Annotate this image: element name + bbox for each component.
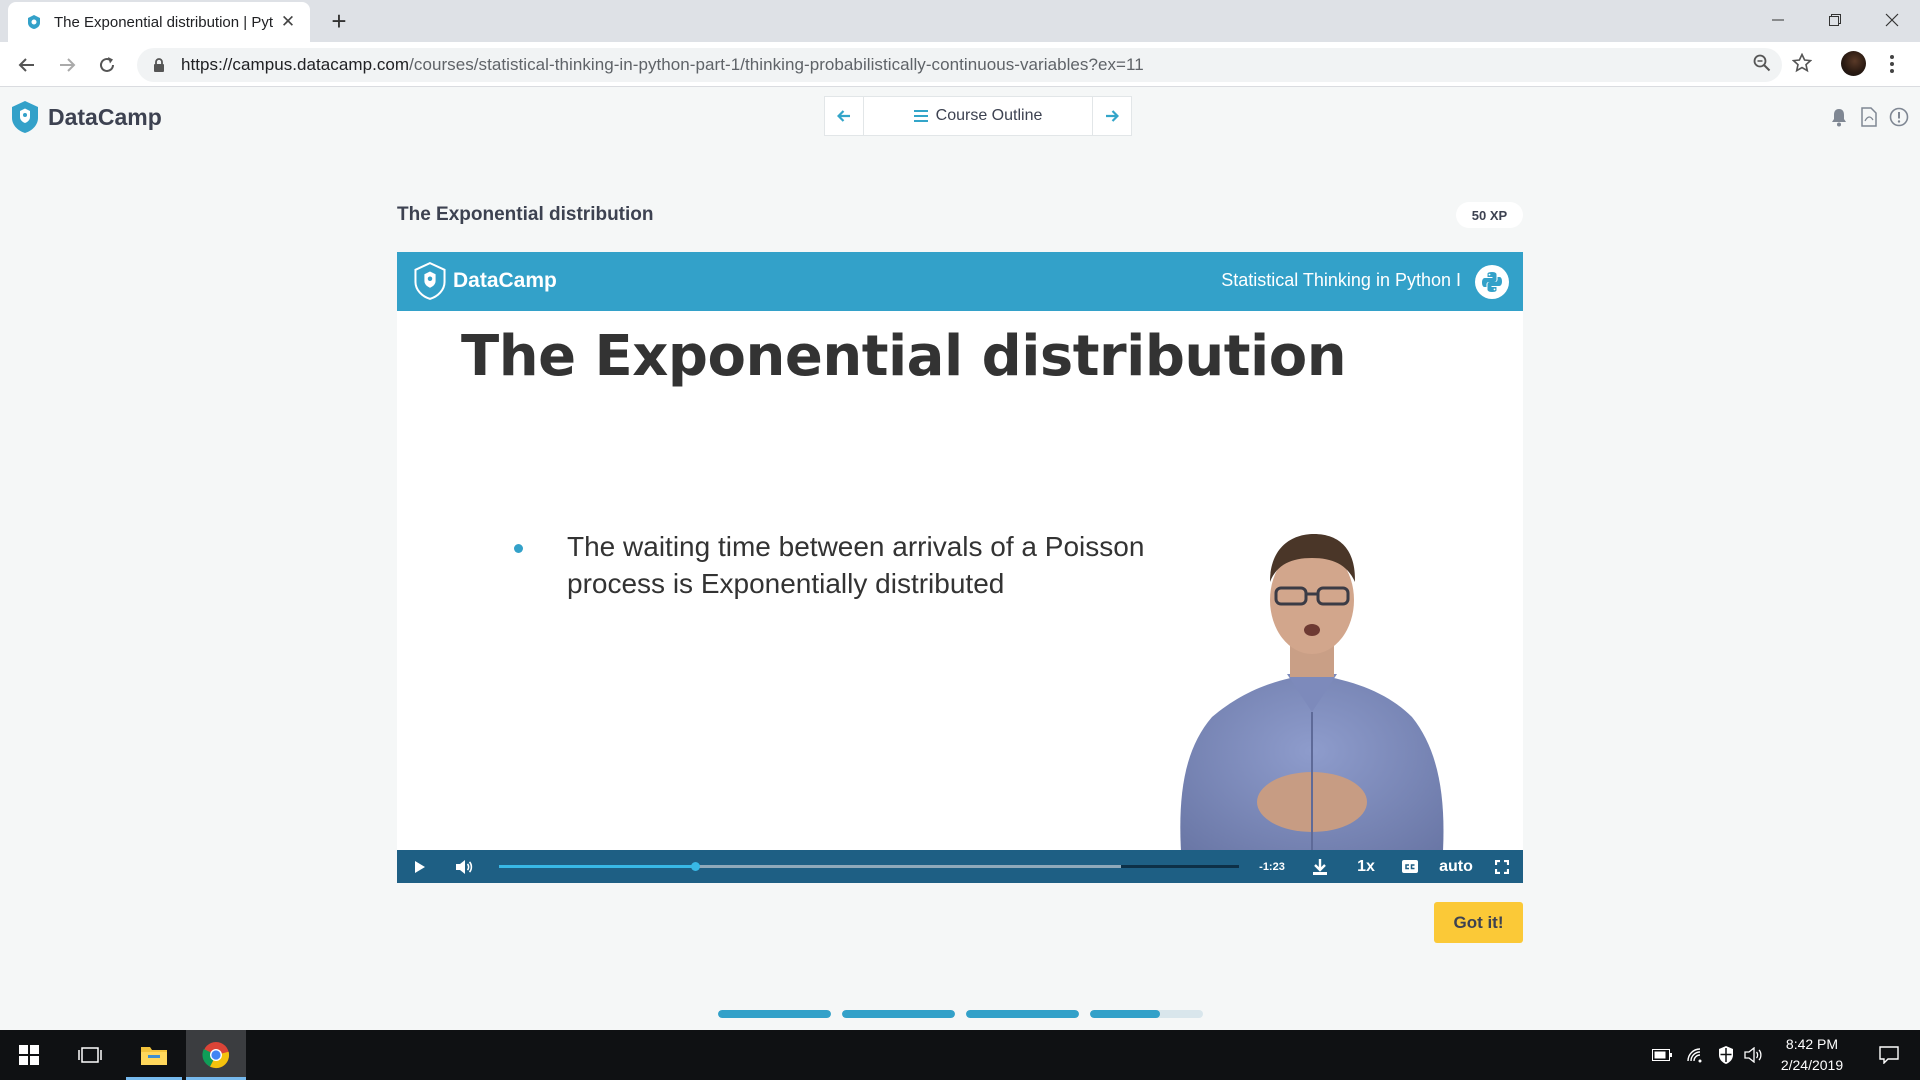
progress-segment	[1090, 1010, 1203, 1018]
volume-icon[interactable]	[449, 850, 479, 883]
course-outline-label: Course Outline	[935, 107, 1043, 124]
progress-segment-fill	[718, 1010, 831, 1018]
played-bar	[499, 865, 696, 868]
chrome-taskbar-icon[interactable]	[186, 1030, 246, 1080]
browser-tab[interactable]: The Exponential distribution | Pyt ✕	[8, 2, 310, 42]
file-explorer-icon[interactable]	[126, 1030, 182, 1080]
course-nav: Course Outline	[824, 96, 1132, 136]
action-center-icon[interactable]	[1864, 1030, 1914, 1080]
slide-title: The Exponential distribution	[461, 324, 1347, 389]
wifi-icon[interactable]	[1682, 1030, 1710, 1080]
slide-banner: DataCamp Statistical Thinking in Python …	[397, 252, 1523, 311]
windows-taskbar	[0, 1030, 1920, 1080]
xp-badge: 50 XP	[1456, 202, 1523, 228]
datacamp-logo[interactable]: DataCamp	[10, 100, 162, 134]
progress-segment-fill	[966, 1010, 1079, 1018]
clock-time: 8:42 PM	[1785, 1036, 1839, 1052]
restore-icon[interactable]	[1806, 0, 1863, 40]
logo-text: DataCamp	[48, 103, 162, 130]
exercise-title: The Exponential distribution	[397, 204, 654, 225]
security-shield-icon[interactable]	[1712, 1030, 1740, 1080]
progress-segment	[966, 1010, 1079, 1018]
bullet-marker	[514, 544, 523, 553]
seek-handle[interactable]	[691, 862, 701, 871]
reload-icon[interactable]	[92, 50, 122, 80]
course-outline-button[interactable]: Course Outline	[863, 97, 1093, 135]
browser-tab-strip: The Exponential distribution | Pyt ✕ +	[0, 0, 1920, 42]
app-header: DataCamp Course Outline	[0, 88, 1920, 146]
captions-icon[interactable]	[1395, 850, 1425, 883]
slide-logo-text: DataCamp	[453, 269, 557, 292]
arrow-right-icon	[1106, 110, 1119, 122]
url-text: https://campus.datacamp.com/courses/stat…	[181, 55, 1144, 75]
clock-date: 2/24/2019	[1780, 1057, 1844, 1073]
battery-icon[interactable]	[1648, 1030, 1676, 1080]
browser-menu-icon[interactable]	[1885, 50, 1899, 78]
seek-bar[interactable]	[499, 862, 1239, 871]
next-exercise-button[interactable]	[1093, 97, 1131, 135]
address-bar[interactable]: https://campus.datacamp.com/courses/stat…	[137, 48, 1782, 82]
tab-close-icon[interactable]: ✕	[278, 12, 298, 32]
minimize-icon[interactable]	[1749, 0, 1806, 40]
progress-segment	[718, 1010, 831, 1018]
progress-segment	[842, 1010, 955, 1018]
new-tab-button[interactable]: +	[325, 8, 353, 36]
task-view-icon[interactable]	[62, 1030, 118, 1080]
datacamp-favicon-icon	[28, 15, 40, 29]
url-host: https://campus.datacamp.com	[181, 55, 410, 74]
video-player[interactable]: DataCamp Statistical Thinking in Python …	[397, 252, 1523, 883]
lock-icon	[154, 58, 164, 72]
download-icon[interactable]	[1305, 850, 1335, 883]
menu-icon	[913, 110, 928, 122]
back-arrow-icon[interactable]	[12, 50, 42, 80]
close-window-icon[interactable]	[1863, 0, 1920, 40]
presenter-image	[1180, 534, 1444, 867]
arrow-left-icon	[837, 110, 850, 122]
time-remaining: -1:23	[1259, 860, 1285, 873]
system-clock[interactable]: 8:42 PM 2/24/2019	[1762, 1034, 1862, 1076]
progress-segment-fill	[842, 1010, 955, 1018]
quality-button[interactable]: auto	[1433, 850, 1479, 883]
play-icon[interactable]	[405, 850, 435, 883]
got-it-button[interactable]: Got it!	[1434, 902, 1523, 943]
zoom-icon[interactable]	[1747, 48, 1777, 78]
python-logo-icon	[1475, 265, 1509, 299]
forward-arrow-icon[interactable]	[52, 50, 82, 80]
slides-pdf-icon[interactable]	[1858, 106, 1880, 128]
report-issue-icon[interactable]	[1888, 106, 1910, 128]
previous-exercise-button[interactable]	[825, 97, 863, 135]
windows-start-icon[interactable]	[0, 1030, 58, 1080]
notification-bell-icon[interactable]	[1828, 106, 1850, 128]
tab-title: The Exponential distribution | Pyt	[54, 13, 274, 31]
slide-bullet-text: The waiting time between arrivals of a P…	[567, 531, 1145, 599]
slide-course-name: Statistical Thinking in Python I	[1221, 270, 1461, 290]
browser-toolbar: https://campus.datacamp.com/courses/stat…	[0, 42, 1920, 87]
progress-segment-fill	[1090, 1010, 1161, 1018]
profile-avatar[interactable]	[1841, 51, 1866, 76]
url-path: /courses/statistical-thinking-in-python-…	[409, 55, 1144, 74]
datacamp-shield-icon	[414, 262, 446, 300]
datacamp-shield-icon	[12, 101, 38, 133]
playback-speed-button[interactable]: 1x	[1351, 850, 1381, 883]
video-controls: -1:23 1x auto	[397, 850, 1523, 883]
fullscreen-icon[interactable]	[1488, 850, 1516, 883]
bookmark-star-icon[interactable]	[1787, 48, 1817, 78]
slide-logo: DataCamp	[413, 262, 557, 300]
exercise-progress	[718, 1010, 1203, 1018]
